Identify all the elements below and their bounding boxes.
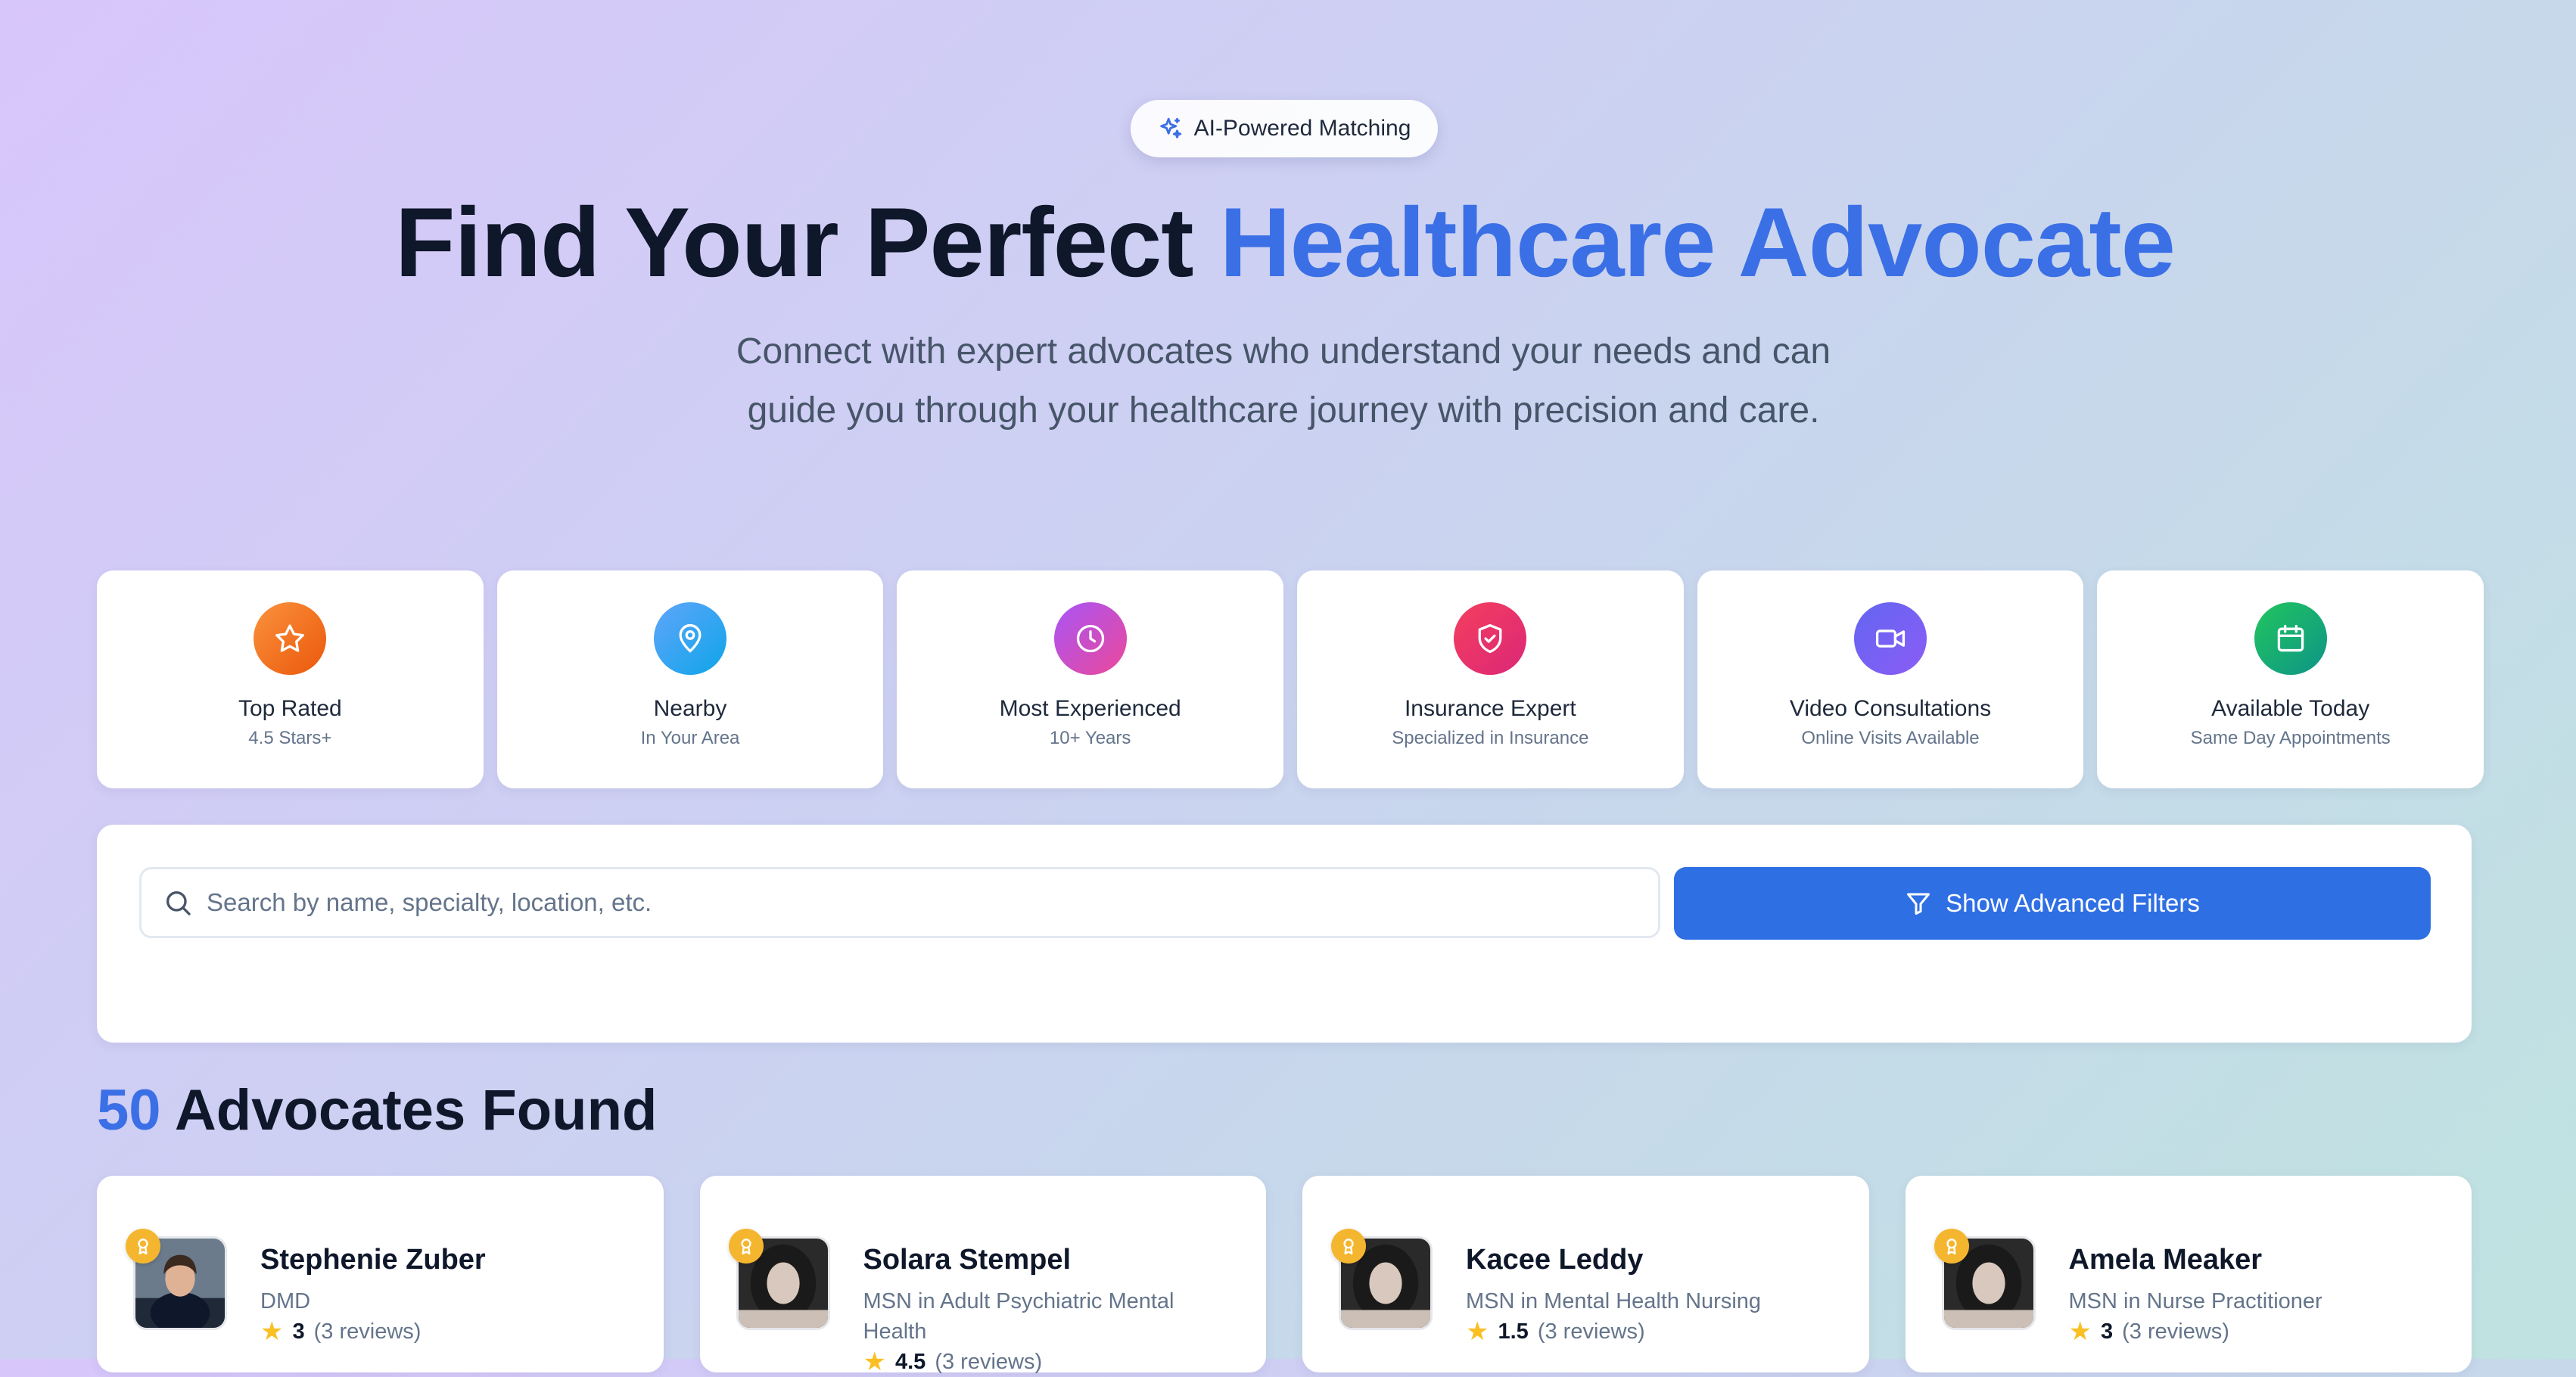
title-accent: Healthcare Advocate <box>1219 187 2176 297</box>
feature-subtitle: Online Visits Available <box>1801 728 1980 748</box>
feature-card-available-today[interactable]: Available Today Same Day Appointments <box>2097 570 2484 788</box>
title-plain: Find Your Perfect <box>395 187 1220 297</box>
ai-matching-badge: AI-Powered Matching <box>1131 100 1438 157</box>
award-icon <box>1946 1239 1957 1254</box>
page: AI-Powered Matching Find Your Perfect He… <box>0 0 2576 1376</box>
video-icon <box>1875 629 1906 648</box>
rating-score: 4.5 <box>894 1349 926 1374</box>
review-count: (3 reviews) <box>935 1349 1043 1374</box>
feature-title: Nearby <box>653 696 727 721</box>
advocate-rating: ★ 3 (3 reviews) <box>260 1316 421 1347</box>
advocate-name: Solara Stempel <box>863 1244 1072 1276</box>
show-advanced-filters-button[interactable]: Show Advanced Filters <box>1674 867 2431 940</box>
filter-button-label: Show Advanced Filters <box>1946 889 2200 917</box>
rating-score: 3 <box>2100 1319 2114 1344</box>
star-icon: ★ <box>1466 1317 1489 1346</box>
clock-icon <box>1076 624 1104 653</box>
rating-score: 1.5 <box>1498 1319 1529 1344</box>
award-icon <box>740 1239 751 1254</box>
feature-subtitle: 4.5 Stars+ <box>248 728 332 748</box>
review-count: (3 reviews) <box>1537 1319 1645 1344</box>
feature-subtitle: Same Day Appointments <box>2190 728 2391 748</box>
award-badge <box>1331 1229 1366 1264</box>
rating-score: 3 <box>292 1319 305 1344</box>
results-count: 50 <box>97 1078 161 1142</box>
feature-title: Top Rated <box>238 696 342 721</box>
award-icon <box>1343 1239 1354 1254</box>
feature-title: Insurance Expert <box>1404 696 1576 721</box>
feature-subtitle: In Your Area <box>640 728 740 748</box>
award-badge <box>1934 1229 1969 1264</box>
feature-card-most-experienced[interactable]: Most Experienced 10+ Years <box>897 570 1284 788</box>
search-input[interactable] <box>205 887 1658 918</box>
feature-title: Available Today <box>2211 696 2370 721</box>
search-box[interactable] <box>139 867 1660 938</box>
feature-card-top-rated[interactable]: Top Rated 4.5 Stars+ <box>97 570 484 788</box>
review-count: (3 reviews) <box>313 1319 422 1344</box>
advocate-list: Stephenie Zuber DMD ★ 3 (3 reviews) Sola… <box>97 1176 2472 1376</box>
advocate-card[interactable]: Amela Meaker MSN in Nurse Practitioner ★… <box>1905 1176 2472 1372</box>
shield-check-icon <box>1478 623 1502 654</box>
badge-label: AI-Powered Matching <box>1193 116 1411 141</box>
advocate-rating: ★ 1.5 (3 reviews) <box>1466 1316 1645 1347</box>
feature-card-nearby[interactable]: Nearby In Your Area <box>496 570 884 788</box>
feature-icon-circle <box>254 602 327 675</box>
advocate-credential: MSN in Nurse Practitioner <box>2068 1289 2322 1313</box>
advocate-credential: MSN in Mental Health Nursing <box>1466 1289 1762 1313</box>
review-count: (3 reviews) <box>2122 1319 2229 1344</box>
feature-icon-circle <box>1454 602 1527 675</box>
advocate-credential: DMD <box>260 1289 311 1313</box>
star-icon: ★ <box>863 1347 886 1376</box>
calendar-icon <box>2277 624 2304 652</box>
advocate-rating: ★ 4.5 (3 reviews) <box>863 1347 1043 1377</box>
avatar-wrapper <box>126 1229 230 1333</box>
advocate-name: Stephenie Zuber <box>260 1244 486 1276</box>
results-heading: 50 Advocates Found <box>97 1073 657 1149</box>
advocate-card[interactable]: Stephenie Zuber DMD ★ 3 (3 reviews) <box>97 1176 664 1372</box>
advocate-card[interactable]: Kacee Leddy MSN in Mental Health Nursing… <box>1302 1176 1869 1372</box>
avatar-wrapper <box>728 1229 833 1333</box>
advocate-rating: ★ 3 (3 reviews) <box>2069 1316 2229 1347</box>
feature-card-video-consultations[interactable]: Video Consultations Online Visits Availa… <box>1697 570 2084 788</box>
feature-icon-circle <box>1854 602 1927 675</box>
star-icon: ★ <box>2068 1317 2092 1346</box>
feature-title: Most Experienced <box>999 696 1181 721</box>
feature-card-insurance-expert[interactable]: Insurance Expert Specialized in Insuranc… <box>1297 570 1684 788</box>
feature-subtitle: 10+ Years <box>1049 728 1131 748</box>
page-subtitle: Connect with expert advocates who unders… <box>736 331 1831 431</box>
avatar-wrapper <box>1331 1229 1436 1333</box>
feature-icon-circle <box>2254 602 2327 675</box>
search-icon <box>166 891 191 915</box>
map-pin-icon <box>679 623 702 653</box>
feature-icon-circle <box>654 602 726 675</box>
feature-title: Video Consultations <box>1789 696 1992 721</box>
filter-icon <box>1907 893 1930 915</box>
advocate-credential: MSN in Adult Psychiatric Mental Health <box>863 1289 1174 1344</box>
advocate-name: Amela Meaker <box>2068 1244 2263 1276</box>
advocate-card[interactable]: Solara Stempel MSN in Adult Psychiatric … <box>699 1176 1266 1376</box>
page-title: Find Your Perfect Healthcare Advocate <box>0 189 2570 295</box>
award-badge <box>728 1229 764 1264</box>
sparkles-icon <box>1159 117 1181 138</box>
search-panel: Show Advanced Filters <box>97 825 2472 1043</box>
feature-cards: Top Rated 4.5 Stars+ Nearby In Your Area… <box>97 570 2484 788</box>
award-badge <box>126 1229 160 1264</box>
advocate-name: Kacee Leddy <box>1466 1244 1644 1276</box>
star-icon: ★ <box>260 1317 284 1346</box>
award-icon <box>138 1239 148 1254</box>
feature-subtitle: Specialized in Insurance <box>1392 728 1589 748</box>
star-icon <box>275 624 305 652</box>
avatar-wrapper <box>1934 1229 2039 1333</box>
results-label: Advocates Found <box>174 1078 658 1142</box>
feature-icon-circle <box>1053 602 1127 675</box>
